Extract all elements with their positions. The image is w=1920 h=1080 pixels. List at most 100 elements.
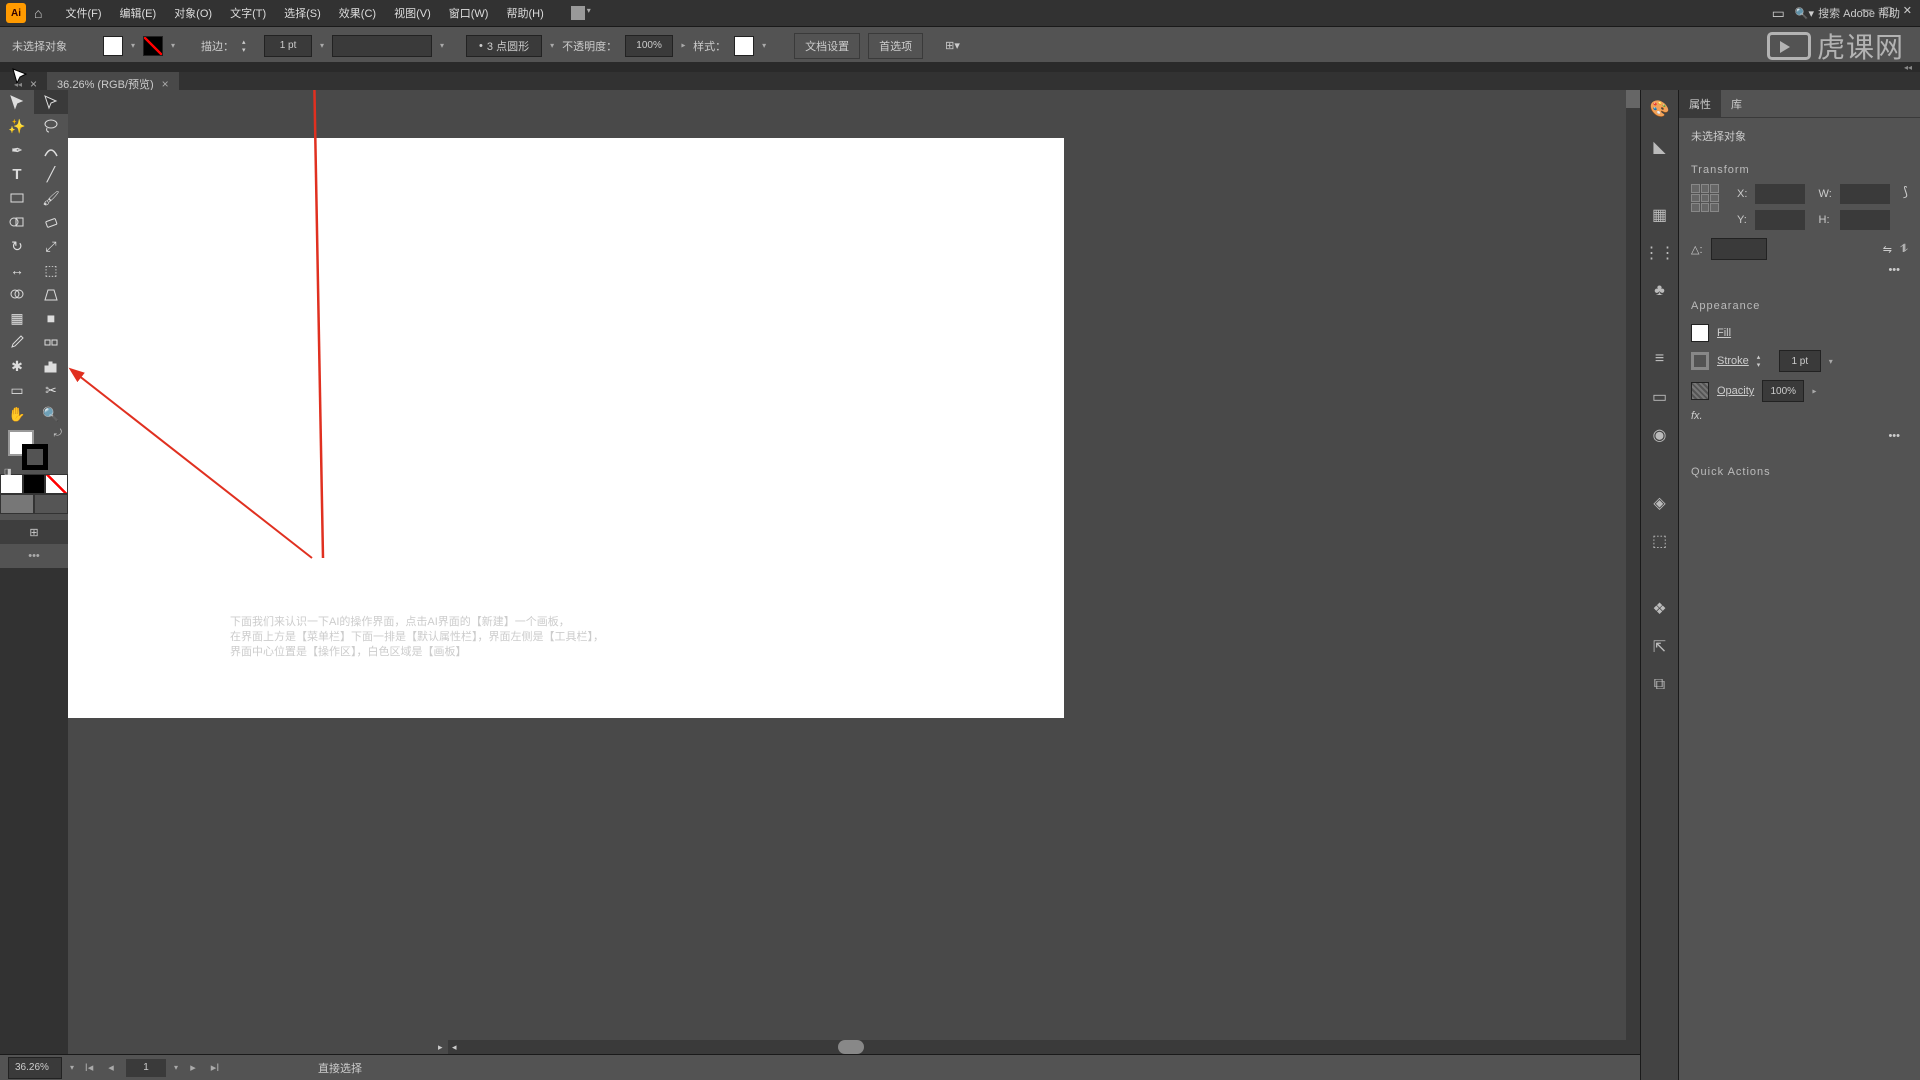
maximize-button[interactable]: ▢ — [1882, 4, 1892, 17]
menu-view[interactable]: 视图(V) — [385, 5, 440, 21]
rotate-input[interactable] — [1711, 238, 1767, 260]
curvature-tool[interactable] — [34, 138, 68, 162]
edit-toolbar-button[interactable]: ⊞ — [0, 520, 68, 544]
eraser-tool[interactable] — [34, 210, 68, 234]
transform-more[interactable]: ••• — [1691, 260, 1908, 280]
rotate-tool[interactable]: ↻ — [0, 234, 34, 258]
menu-edit[interactable]: 编辑(E) — [111, 5, 166, 21]
selection-tool[interactable] — [0, 90, 34, 114]
prev-artboard-button[interactable]: ◂ — [104, 1061, 118, 1074]
preferences-button[interactable]: 首选项 — [868, 33, 923, 59]
menu-help[interactable]: 帮助(H) — [497, 5, 552, 21]
lasso-tool[interactable] — [34, 114, 68, 138]
appearance-panel-icon[interactable]: ◈ — [1649, 492, 1671, 514]
menu-select[interactable]: 选择(S) — [275, 5, 330, 21]
scrollbar-vertical[interactable] — [1626, 90, 1640, 1054]
gradient-panel-icon[interactable]: ▭ — [1649, 386, 1671, 408]
artboards-panel-icon[interactable]: ⧉ — [1649, 674, 1671, 696]
slice-tool[interactable]: ✂ — [34, 378, 68, 402]
more-tools[interactable]: ••• — [0, 544, 68, 568]
direct-selection-tool[interactable] — [34, 90, 68, 114]
pen-tool[interactable]: ✒ — [0, 138, 34, 162]
layers-panel-icon[interactable]: ❖ — [1649, 598, 1671, 620]
transform-w-input[interactable] — [1840, 184, 1890, 204]
free-transform-tool[interactable]: ⬚ — [34, 258, 68, 282]
fill-stroke-proxy[interactable]: ⤾ ◨ — [0, 426, 68, 474]
tab-properties[interactable]: 属性 — [1679, 90, 1721, 117]
doc-setup-button[interactable]: 文档设置 — [794, 33, 860, 59]
zoom-tool[interactable]: 🔍 — [34, 402, 68, 426]
first-artboard-button[interactable]: I◂ — [82, 1061, 96, 1074]
transform-y-input[interactable] — [1755, 210, 1805, 230]
menu-object[interactable]: 对象(O) — [165, 5, 221, 21]
close-icon[interactable]: × — [162, 77, 169, 91]
stroke-spinner[interactable]: ▴▾ — [242, 35, 256, 57]
mesh-tool[interactable]: ▦ — [0, 306, 34, 330]
color-guide-panel-icon[interactable]: ◣ — [1649, 136, 1671, 158]
reference-point[interactable] — [1691, 184, 1719, 212]
menu-window[interactable]: 窗口(W) — [440, 5, 498, 21]
symbols-panel-icon[interactable]: ♣ — [1649, 280, 1671, 302]
column-graph-tool[interactable] — [34, 354, 68, 378]
next-artboard-button[interactable]: ▸ — [186, 1061, 200, 1074]
shaper-tool[interactable] — [0, 210, 34, 234]
gradient-tool[interactable]: ■ — [34, 306, 68, 330]
last-artboard-button[interactable]: ▸I — [208, 1061, 222, 1074]
variable-width-profile[interactable]: •3 点圆形 — [466, 35, 542, 57]
minimize-button[interactable]: — — [1861, 4, 1872, 17]
stroke-panel-icon[interactable]: ≡ — [1649, 348, 1671, 370]
opacity-value-input[interactable] — [1762, 380, 1804, 402]
perspective-tool[interactable] — [34, 282, 68, 306]
stroke-swatch[interactable] — [143, 36, 163, 56]
scrollbar-horizontal[interactable] — [448, 1040, 1626, 1054]
close-button[interactable]: ✕ — [1903, 4, 1912, 17]
eyedropper-tool[interactable] — [0, 330, 34, 354]
fx-button[interactable]: fx. — [1691, 410, 1703, 422]
stroke-weight-input[interactable] — [264, 35, 312, 57]
opacity-input[interactable] — [625, 35, 673, 57]
transform-h-input[interactable] — [1840, 210, 1890, 230]
rectangle-tool[interactable] — [0, 186, 34, 210]
type-tool[interactable]: T — [0, 162, 34, 186]
hand-tool[interactable]: ✋ — [0, 402, 34, 426]
arrange-docs-icon[interactable]: ▭ — [1772, 5, 1785, 22]
color-panel-icon[interactable]: 🎨 — [1649, 98, 1671, 120]
symbol-sprayer-tool[interactable]: ✱ — [0, 354, 34, 378]
flip-h-icon[interactable]: ⇋ — [1883, 243, 1892, 256]
appearance-more[interactable]: ••• — [1691, 426, 1908, 446]
paintbrush-tool[interactable]: 🖌 — [34, 186, 68, 210]
brush-definition[interactable] — [332, 35, 432, 57]
magic-wand-tool[interactable]: ✨ — [0, 114, 34, 138]
menu-file[interactable]: 文件(F) — [56, 5, 110, 21]
line-tool[interactable]: ╱ — [34, 162, 68, 186]
fill-swatch[interactable] — [103, 36, 123, 56]
fill-color-swatch[interactable] — [1691, 324, 1709, 342]
workspace-switcher[interactable]: ▾ — [571, 6, 591, 20]
shape-builder-tool[interactable] — [0, 282, 34, 306]
screen-mode-row[interactable] — [0, 494, 68, 514]
artboard-tool[interactable]: ▭ — [0, 378, 34, 402]
color-mode-row[interactable] — [0, 474, 68, 494]
menu-type[interactable]: 文字(T) — [221, 5, 275, 21]
swatches-panel-icon[interactable]: ▦ — [1649, 204, 1671, 226]
width-tool[interactable]: ↔ — [0, 258, 34, 282]
artboard-number-input[interactable] — [126, 1059, 166, 1077]
graphic-styles-panel-icon[interactable]: ⬚ — [1649, 530, 1671, 552]
transparency-panel-icon[interactable]: ◉ — [1649, 424, 1671, 446]
style-swatch[interactable] — [734, 36, 754, 56]
asset-export-panel-icon[interactable]: ⇱ — [1649, 636, 1671, 658]
opacity-swatch[interactable] — [1691, 382, 1709, 400]
stroke-color-swatch[interactable] — [1691, 352, 1709, 370]
workspace[interactable]: 下面我们来认识一下AI的操作界面，点击AI界面的【新建】一个画板， 在界面上方是… — [68, 90, 1640, 1054]
menu-effect[interactable]: 效果(C) — [330, 5, 385, 21]
brushes-panel-icon[interactable]: ⋮⋮ — [1649, 242, 1671, 264]
flip-v-icon[interactable]: ⥮ — [1900, 243, 1908, 256]
link-wh-icon[interactable]: ⟆ — [1903, 184, 1908, 200]
stroke-weight-input[interactable] — [1779, 350, 1821, 372]
align-icon[interactable]: ⊞▾ — [945, 39, 960, 52]
blend-tool[interactable] — [34, 330, 68, 354]
tab-libraries[interactable]: 库 — [1721, 90, 1752, 117]
close-icon[interactable]: × — [30, 77, 37, 91]
zoom-input[interactable] — [8, 1057, 62, 1079]
transform-x-input[interactable] — [1755, 184, 1805, 204]
